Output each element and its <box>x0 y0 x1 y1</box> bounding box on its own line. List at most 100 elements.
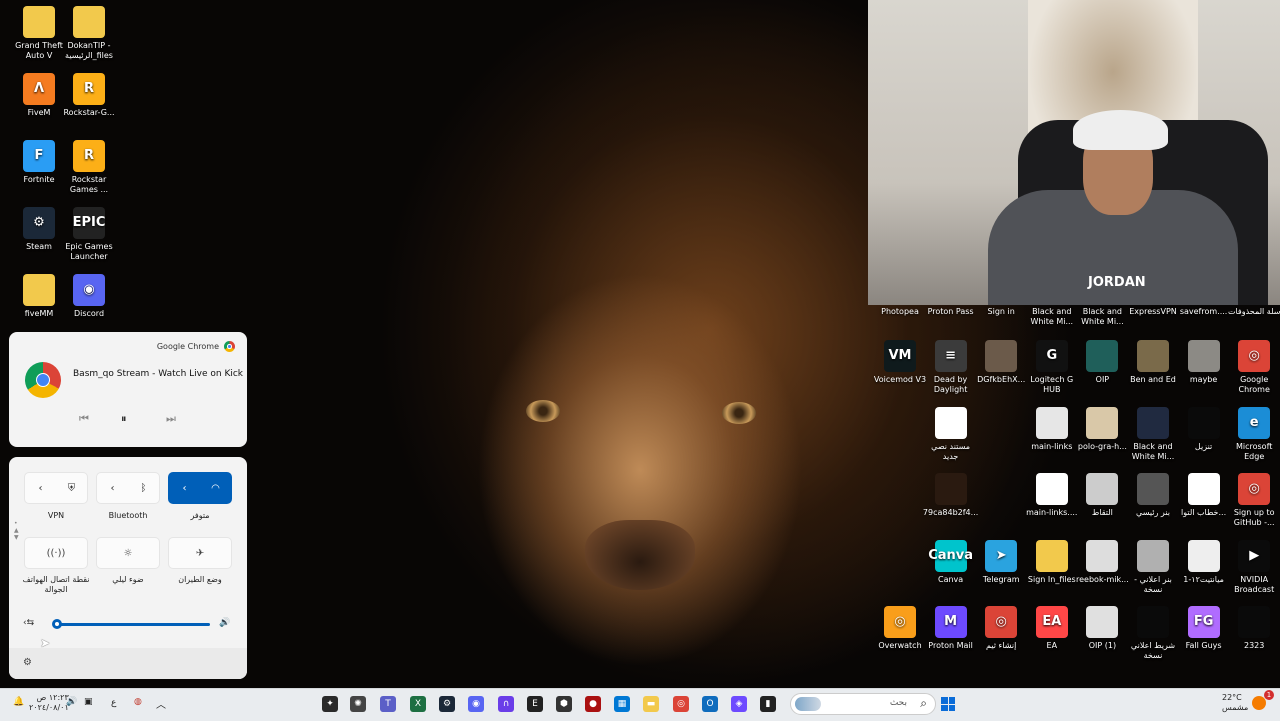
desktop-icon[interactable]: VM Voicemod V3 <box>872 340 928 385</box>
desktop-icon[interactable]: main-links <box>1024 406 1080 452</box>
desktop-icon[interactable]: بنر اعلاني - نسخة <box>1125 539 1181 595</box>
desktop-icon[interactable]: ميانتيت١٢-1 <box>1176 539 1232 585</box>
desktop-icon[interactable]: بنر رئيسي <box>1125 473 1181 518</box>
desktop-icon[interactable]: EPIC Epic Games Launcher <box>61 207 117 262</box>
desktop-icon[interactable]: Black and White Mi... <box>1125 406 1181 462</box>
weather-sun-icon[interactable] <box>1252 696 1266 710</box>
desktop-icon[interactable]: Grand Theft Auto V <box>11 6 67 61</box>
wifi-icon[interactable]: ◠ <box>200 473 231 503</box>
cube-icon[interactable]: ⬢ <box>556 696 572 712</box>
desktop-icon[interactable]: ⚙ Steam <box>11 207 67 252</box>
shield-icon[interactable]: ⛨ <box>56 473 87 503</box>
desktop-icon-label[interactable]: savefrom.... <box>1176 307 1232 317</box>
desktop-icon[interactable]: FG Fall Guys <box>1176 606 1232 651</box>
desktop-icon[interactable]: ➤ Telegram <box>973 539 1029 585</box>
bluetooth-toggle[interactable]: ‹ ᛒ <box>96 472 160 504</box>
desktop-icon[interactable]: reebok-mik... <box>1074 539 1130 585</box>
desktop-icon[interactable]: main-links.... <box>1024 473 1080 518</box>
terminal-icon[interactable]: ▮ <box>760 696 776 712</box>
desktop-icon[interactable]: polo-gra-h... <box>1074 406 1130 452</box>
desktop-icon[interactable]: maybe <box>1176 340 1232 385</box>
app-icon[interactable]: ✺ <box>350 696 366 712</box>
bluetooth-icon[interactable]: ᛒ <box>128 473 159 503</box>
vpn-toggle[interactable]: ‹ ⛨ <box>24 472 88 504</box>
previous-track-button[interactable]: ⏮ <box>79 412 89 426</box>
speaker-tray-icon[interactable]: 🔊 <box>66 697 77 707</box>
audio-output-icon[interactable]: ‹⇆ <box>23 618 34 628</box>
discord-icon[interactable]: ◉ <box>468 696 484 712</box>
desktop-icon[interactable]: ◎ Google Chrome <box>1226 340 1280 395</box>
desktop-icon[interactable]: OIP (1) <box>1074 606 1130 651</box>
desktop-icon[interactable]: F Fortnite <box>11 140 67 185</box>
night-light-toggle[interactable]: ☼ <box>96 537 160 569</box>
show-hidden-icons-chevron-icon[interactable]: ︿ <box>156 696 166 711</box>
desktop-icon[interactable]: ◎ Overwatch <box>872 606 928 651</box>
desktop-icon[interactable]: DokanTIP - الرئيسية_files <box>61 6 117 61</box>
store-icon[interactable]: ▦ <box>614 696 630 712</box>
desktop-icon[interactable]: Ben and Ed <box>1125 340 1181 385</box>
headset-icon[interactable]: ∩ <box>498 696 514 712</box>
outlook-icon[interactable]: O <box>702 696 718 712</box>
mobile-hotspot-toggle[interactable]: ((·)) <box>24 537 88 569</box>
weather-widget[interactable]: 22°C مشمس <box>1222 693 1248 713</box>
desktop-icon[interactable]: DGfkbEhX... <box>973 340 1029 385</box>
desktop-icon[interactable]: G Logitech G HUB <box>1024 340 1080 395</box>
start-button[interactable] <box>941 697 955 711</box>
network-tray-icon[interactable]: ▣ <box>84 697 93 707</box>
desktop-icon[interactable]: Canva Canva <box>923 539 979 585</box>
desktop-icon-label[interactable]: Black and White Mi... <box>1024 307 1080 327</box>
desktop-icon[interactable]: R Rockstar Games ... <box>61 140 117 195</box>
desktop-icon[interactable]: ◎ Sign up to GitHub -... <box>1226 473 1280 528</box>
desktop-icon[interactable]: شريط اعلاني نسخة <box>1125 606 1181 661</box>
dbd-icon[interactable]: ● <box>585 696 601 712</box>
desktop-icon[interactable]: 2323 <box>1226 606 1280 651</box>
tray-clock[interactable]: ١٢:٢٣ ص ٢٠٢٤/٠٨/٠١ <box>29 693 69 713</box>
desktop-icon[interactable]: ◉ Discord <box>61 274 117 319</box>
desktop-icon[interactable]: Λ FiveM <box>11 73 67 118</box>
notification-bell-icon[interactable]: 🔔 <box>13 697 24 707</box>
desktop-icon[interactable]: fiveMM <box>11 274 67 319</box>
airplane-mode-toggle[interactable]: ✈ <box>168 537 232 569</box>
desktop-icon[interactable]: تنزيل <box>1176 406 1232 452</box>
wifi-chevron-icon[interactable]: ‹ <box>169 473 200 503</box>
taskbar-search-box[interactable]: بحث ⌕ <box>790 693 936 715</box>
chrome-icon[interactable]: ◎ <box>673 696 689 712</box>
proton-icon[interactable]: ◈ <box>731 696 747 712</box>
next-track-button[interactable]: ⏭ <box>166 412 176 426</box>
desktop-icon-label[interactable]: Sign in <box>973 307 1029 317</box>
folder-icon[interactable]: ▬ <box>643 696 659 712</box>
figma-icon[interactable]: ✦ <box>322 696 338 712</box>
wifi-toggle[interactable]: ‹ ◠ <box>168 472 232 504</box>
desktop-icon[interactable]: 79ca84b2f4... <box>923 473 979 518</box>
epic-icon[interactable]: E <box>527 696 543 712</box>
volume-icon[interactable]: 🔊 <box>219 618 230 628</box>
page-dots-indicator[interactable]: • ▲ ▼ <box>14 520 19 541</box>
desktop-icon-label[interactable]: Photopea <box>872 307 928 317</box>
settings-gear-icon[interactable]: ⚙ <box>23 657 32 668</box>
desktop-icon-label[interactable]: Black and White Mi... <box>1074 307 1130 327</box>
desktop-icon[interactable]: ≡ Dead by Daylight <box>923 340 979 395</box>
desktop-icon[interactable]: R Rockstar-G... <box>61 73 117 118</box>
desktop-icon[interactable]: M Proton Mail <box>923 606 979 651</box>
desktop-icon[interactable]: OIP <box>1074 340 1130 385</box>
teams-icon[interactable]: T <box>380 696 396 712</box>
desktop-icon[interactable]: مستند نصي جديد <box>923 406 979 462</box>
desktop-icon[interactable]: e Microsoft Edge <box>1226 406 1280 462</box>
desktop-icon[interactable]: التقاط <box>1074 473 1130 518</box>
excel-icon[interactable]: X <box>410 696 426 712</box>
pause-button[interactable]: ⏸ <box>121 412 127 426</box>
steam-icon[interactable]: ⚙ <box>439 696 455 712</box>
desktop-icon[interactable]: Sign In_files <box>1024 539 1080 585</box>
desktop-icon-label[interactable]: Proton Pass <box>923 307 979 317</box>
desktop-icon-label[interactable]: سلة المحذوفات <box>1226 307 1280 317</box>
desktop-icon[interactable]: ◎ إنشاء ثيم <box>973 606 1029 651</box>
desktop-icon[interactable]: EA EA <box>1024 606 1080 651</box>
input-language-indicator[interactable]: ع <box>111 698 116 708</box>
volume-slider-track[interactable] <box>54 623 210 626</box>
tray-app-icon[interactable]: ◍ <box>134 697 142 707</box>
vpn-chevron-icon[interactable]: ‹ <box>25 473 56 503</box>
desktop-icon-label[interactable]: ExpressVPN <box>1125 307 1181 317</box>
desktop-icon[interactable]: خطاب التوا... <box>1176 473 1232 518</box>
desktop-icon[interactable]: ▶ NVIDIA Broadcast <box>1226 539 1280 595</box>
bluetooth-chevron-icon[interactable]: ‹ <box>97 473 128 503</box>
